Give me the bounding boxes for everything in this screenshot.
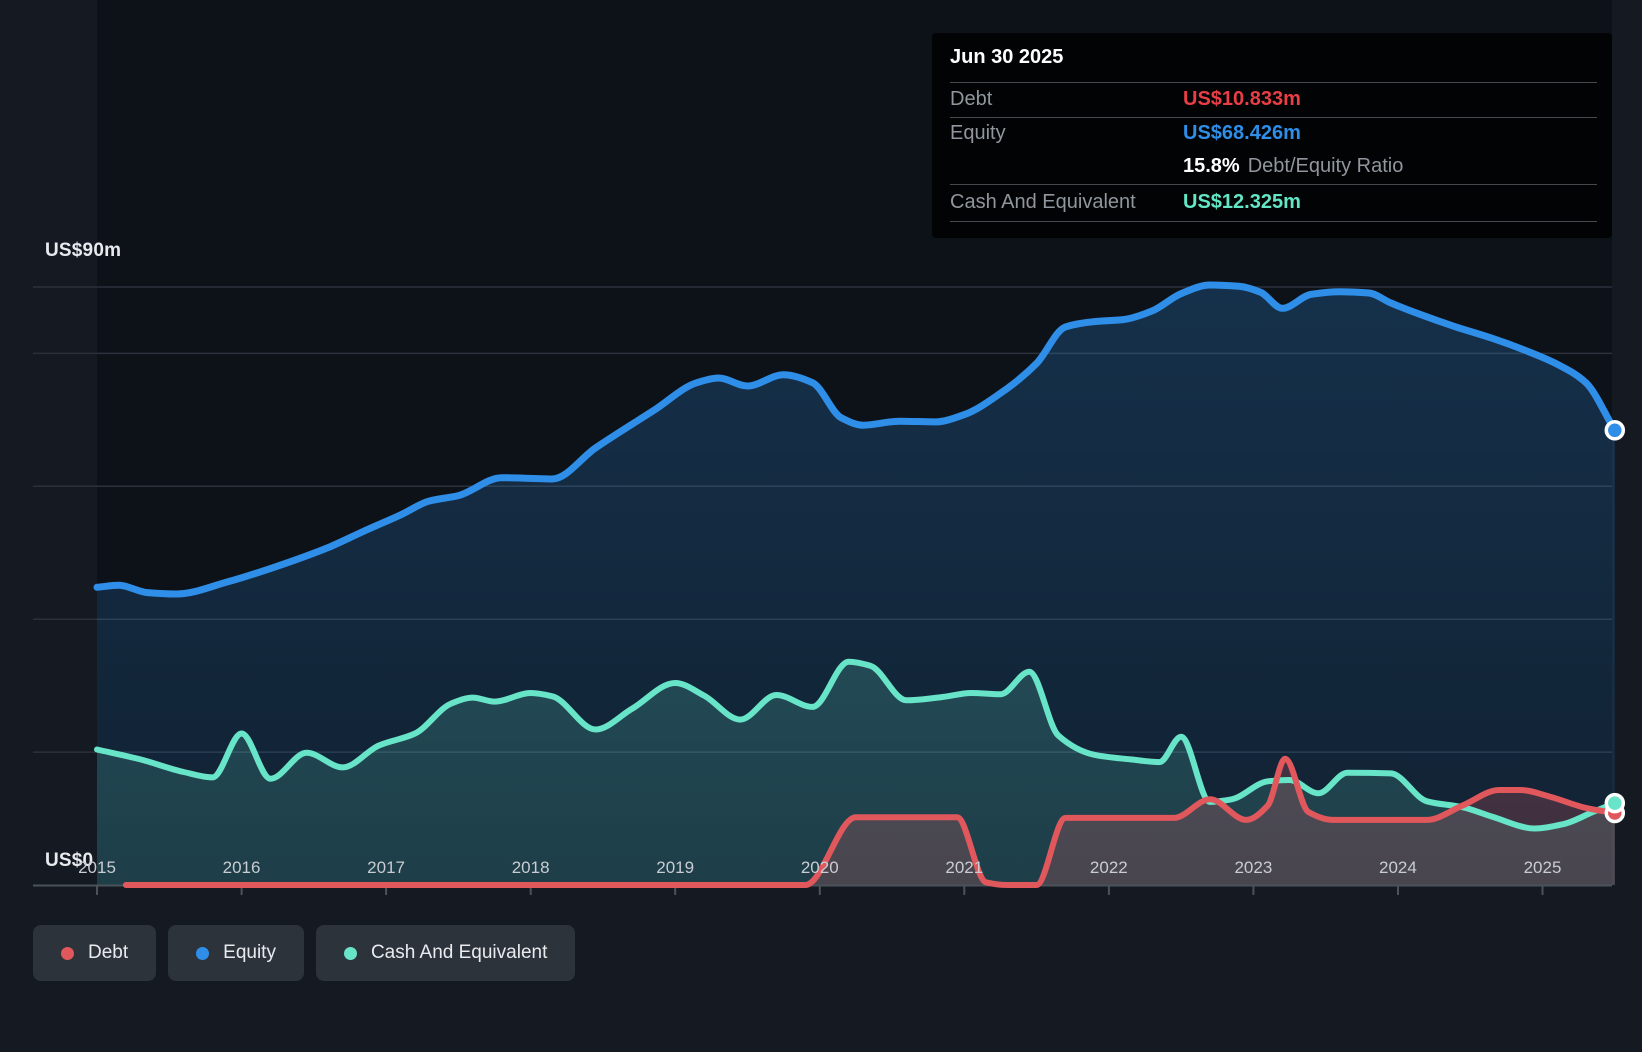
tooltip-equity-value: US$68.426m bbox=[1183, 120, 1301, 146]
tooltip-cash-value: US$12.325m bbox=[1183, 189, 1301, 215]
tooltip-ratio-row: 15.8% Debt/Equity Ratio bbox=[1183, 153, 1403, 179]
cash-dot-icon bbox=[344, 947, 357, 960]
equity-dot-icon bbox=[196, 947, 209, 960]
tooltip-ratio-value: 15.8% bbox=[1183, 155, 1240, 177]
x-tick-label-2017: 2017 bbox=[367, 858, 405, 878]
x-tick-label-2016: 2016 bbox=[223, 858, 261, 878]
chart-legend: Debt Equity Cash And Equivalent bbox=[33, 925, 575, 981]
x-tick-label-2019: 2019 bbox=[656, 858, 694, 878]
tooltip-date: Jun 30 2025 bbox=[950, 44, 1063, 70]
debt-dot-icon bbox=[61, 947, 74, 960]
x-tick-label-2025: 2025 bbox=[1524, 858, 1562, 878]
tooltip-separator bbox=[950, 184, 1597, 185]
legend-debt-label: Debt bbox=[88, 942, 128, 964]
tooltip-separator bbox=[950, 117, 1597, 118]
legend-cash-label: Cash And Equivalent bbox=[371, 942, 547, 964]
debt-equity-history-page: US$90m US$0 2015201620172018201920202021… bbox=[0, 0, 1642, 1052]
tooltip-cash-label: Cash And Equivalent bbox=[950, 189, 1136, 215]
cash-and-equivalent-end-marker bbox=[1606, 795, 1623, 812]
equity-end-marker bbox=[1606, 422, 1623, 439]
x-tick-label-2018: 2018 bbox=[512, 858, 550, 878]
x-tick-label-2015: 2015 bbox=[78, 858, 116, 878]
legend-item-debt[interactable]: Debt bbox=[33, 925, 156, 981]
x-tick-label-2023: 2023 bbox=[1234, 858, 1272, 878]
x-tick-label-2020: 2020 bbox=[801, 858, 839, 878]
tooltip-debt-value: US$10.833m bbox=[1183, 86, 1301, 112]
tooltip-separator bbox=[950, 82, 1597, 83]
legend-item-cash[interactable]: Cash And Equivalent bbox=[316, 925, 575, 981]
legend-item-equity[interactable]: Equity bbox=[168, 925, 304, 981]
tooltip-debt-label: Debt bbox=[950, 86, 992, 112]
x-tick-label-2022: 2022 bbox=[1090, 858, 1128, 878]
tooltip-equity-label: Equity bbox=[950, 120, 1006, 146]
tooltip-separator bbox=[950, 221, 1597, 222]
x-tick-label-2021: 2021 bbox=[945, 858, 983, 878]
x-tick-label-2024: 2024 bbox=[1379, 858, 1417, 878]
y-axis-max-label: US$90m bbox=[45, 240, 121, 262]
chart-tooltip: Jun 30 2025 Debt US$10.833m Equity US$68… bbox=[932, 33, 1612, 238]
tooltip-ratio-label: Debt/Equity Ratio bbox=[1248, 155, 1404, 177]
legend-equity-label: Equity bbox=[223, 942, 276, 964]
